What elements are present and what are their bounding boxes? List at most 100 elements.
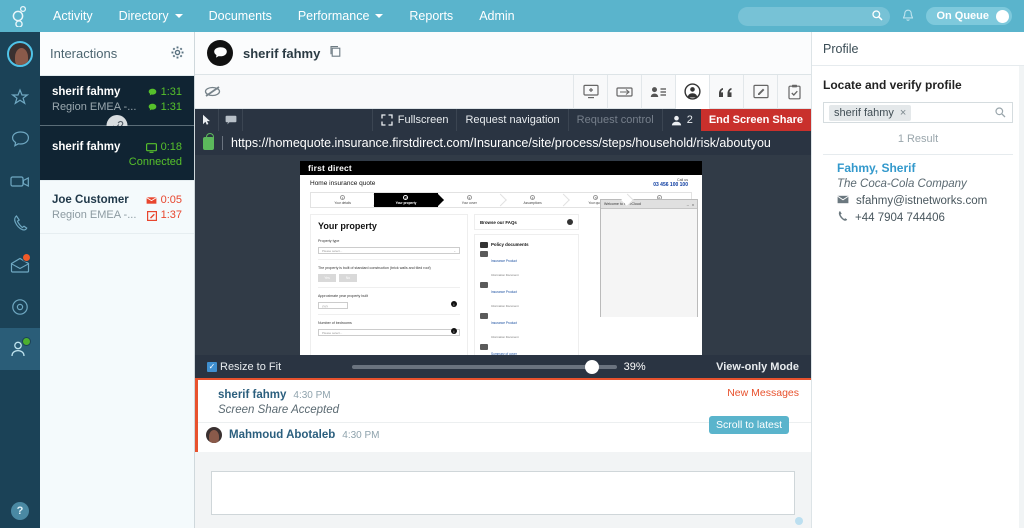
nav-activity[interactable]: Activity [40, 0, 106, 32]
field-label: The property is built of standard constr… [318, 266, 431, 271]
quote-title: Home insurance quote [310, 180, 376, 187]
rail-user-avatar[interactable] [0, 32, 40, 76]
documents-title: Policy documents [491, 242, 529, 247]
profile-search-input[interactable]: sherif fahmy × [823, 102, 1013, 123]
composer-status-dot [795, 517, 803, 525]
popup-controls: – x [687, 202, 694, 207]
minimize-icon[interactable]: – [687, 202, 689, 207]
scroll-to-latest-button[interactable]: Scroll to latest [709, 416, 789, 434]
end-screen-share-button[interactable]: End Screen Share [700, 109, 811, 131]
contact-phone[interactable]: +44 7904 744406 [855, 212, 945, 224]
request-navigation-button[interactable]: Request navigation [456, 109, 567, 131]
documents-box: Policy documents Insurance Product Infor… [474, 234, 579, 355]
interaction-item-2[interactable]: Joe Customer 0:05 Region EMEA -... 1:37 [40, 181, 194, 234]
nav-documents[interactable]: Documents [196, 0, 285, 32]
message-input[interactable] [211, 471, 795, 515]
sidebar-item-video[interactable] [0, 160, 40, 202]
purecloud-popup-window[interactable]: Welcome to PureCloud – x [600, 199, 698, 317]
edit-note-icon [752, 84, 769, 99]
url-divider [222, 136, 223, 150]
input-value: yyyy [322, 303, 328, 308]
annotation-icon[interactable] [219, 109, 243, 131]
wizard-step-1[interactable]: 1 Your details [311, 193, 375, 207]
wizard-step-2[interactable]: 2 Your property [374, 193, 438, 207]
screen-share-button[interactable] [573, 74, 607, 109]
profile-header: Profile [812, 32, 1024, 66]
document-item[interactable]: Insurance Product Information Document [480, 282, 573, 310]
yes-button[interactable]: Yes [318, 274, 336, 283]
contact-name[interactable]: Fahmy, Sherif [837, 161, 1013, 175]
notification-bell-icon[interactable] [900, 7, 916, 25]
participants-button[interactable] [641, 74, 675, 109]
chevron-down-icon: ⌄ [453, 248, 456, 253]
cursor-arrow-icon[interactable] [195, 109, 219, 131]
shared-url-bar: https://homequote.insurance.firstdirect.… [195, 131, 811, 155]
screen-off-icon[interactable] [195, 75, 229, 108]
interaction-timer-bottom: 1:31 [148, 100, 182, 115]
nav-reports[interactable]: Reports [396, 0, 466, 32]
sidebar-item-phone[interactable] [0, 202, 40, 244]
nav-admin[interactable]: Admin [466, 0, 527, 32]
resize-to-fit-checkbox[interactable]: ✓ [207, 361, 217, 372]
expand-arrows-icon [381, 114, 393, 126]
chat-bubble-icon [148, 88, 156, 96]
help-label: ? [16, 505, 24, 517]
screenshare-toolbar: Fullscreen Request navigation Request co… [195, 109, 811, 131]
on-queue-toggle[interactable]: On Queue [926, 7, 1012, 25]
document-item[interactable]: Insurance Product Information Document [480, 313, 573, 341]
chat-transcript[interactable]: New Messages sherif fahmy 4:30 PM Screen… [195, 380, 811, 452]
sidebar-item-interactions[interactable] [0, 328, 40, 370]
property-type-select[interactable]: Please select... ⌄ [318, 247, 460, 255]
chat-bubble-icon [148, 103, 156, 111]
slider-handle[interactable] [584, 359, 599, 374]
nav-directory-label: Directory [118, 9, 169, 23]
canned-responses-button[interactable] [709, 74, 743, 109]
sidebar-item-favorites[interactable] [0, 76, 40, 118]
wizard-step-4[interactable]: 4 Assumptions [500, 193, 565, 207]
scripts-button[interactable] [777, 74, 811, 109]
zoom-slider[interactable] [351, 359, 617, 374]
document-text: Insurance Product Information Document [491, 282, 519, 310]
contact-email[interactable]: sfahmy@istnetworks.com [856, 195, 987, 207]
chat-message: sherif fahmy 4:30 PM Screen Share Accept… [198, 380, 811, 416]
search-icon[interactable] [995, 107, 1006, 121]
document-item[interactable]: Insurance Product Information Document [480, 251, 573, 279]
sidebar-item-chat[interactable] [0, 118, 40, 160]
bedrooms-select[interactable]: Please select...⌄ [318, 329, 460, 337]
document-icon [480, 313, 488, 319]
faq-box[interactable]: Browse our FAQs [474, 214, 579, 230]
info-icon[interactable]: i [451, 301, 457, 308]
document-line1: Summary of cover [491, 352, 517, 355]
global-search[interactable] [738, 6, 891, 26]
nav-directory[interactable]: Directory [106, 0, 196, 32]
conversation-toolbar [195, 74, 811, 109]
sidebar-item-voicemail[interactable] [0, 244, 40, 286]
close-icon[interactable]: × [900, 107, 906, 119]
no-button[interactable]: No [339, 274, 357, 283]
nav-performance[interactable]: Performance [285, 0, 397, 32]
notes-button[interactable] [743, 74, 777, 109]
year-built-input[interactable]: yyyy [318, 302, 348, 310]
interaction-item-1[interactable]: sherif fahmy 0:18 Connected [40, 126, 194, 181]
profile-button[interactable] [675, 74, 709, 109]
profile-scrollbar-track[interactable] [1019, 66, 1024, 528]
gear-icon[interactable] [171, 46, 184, 62]
wizard-step-3[interactable]: 3 Your cover [437, 193, 501, 207]
resize-to-fit-label: Resize to Fit [220, 360, 282, 373]
chevron-down-icon [375, 14, 384, 18]
transfer-icon [616, 86, 633, 97]
genesys-logo-icon[interactable] [0, 0, 40, 32]
transfer-button[interactable] [607, 74, 641, 109]
profile-panel-title: Profile [823, 41, 859, 56]
close-icon[interactable]: x [692, 202, 694, 207]
message-header: sherif fahmy 4:30 PM [218, 389, 799, 401]
document-item[interactable]: Summary of cover and benefits [480, 344, 573, 355]
fullscreen-button[interactable]: Fullscreen [371, 109, 457, 131]
search-input[interactable] [746, 10, 875, 22]
shared-screen-viewport[interactable]: first direct Call us 03 456 100 100 Home… [195, 155, 811, 355]
sidebar-item-dashboard[interactable] [0, 286, 40, 328]
toggle-knob [996, 9, 1009, 23]
request-control-button[interactable]: Request control [567, 109, 662, 131]
copy-icon[interactable] [329, 45, 342, 61]
help-button[interactable]: ? [11, 502, 29, 520]
